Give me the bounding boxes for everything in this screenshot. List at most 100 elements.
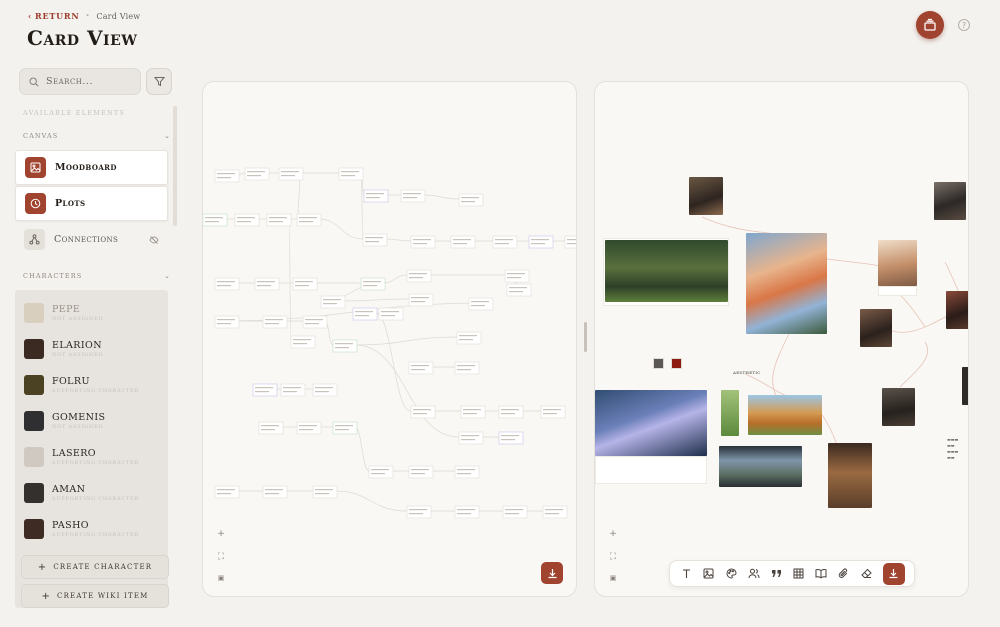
sidebar-scrollbar[interactable]: [173, 106, 177, 226]
plot-node[interactable]: [504, 269, 530, 283]
plot-node[interactable]: [214, 485, 240, 499]
plot-node[interactable]: [498, 431, 524, 445]
fit-view-button[interactable]: ⛶: [610, 552, 616, 562]
moodboard-canvas[interactable]: AESTHETIC ▬▬▬ ▬▬ ▬▬▬ ▬▬ + ⛶ ▣: [594, 81, 969, 597]
moodboard-image-sky-clouds[interactable]: [746, 233, 827, 334]
plot-node[interactable]: [363, 189, 389, 203]
canvas-section-header[interactable]: CANVAS ⌄: [23, 132, 171, 140]
plot-node[interactable]: [258, 421, 284, 435]
moodboard-image-forest-temple[interactable]: [605, 240, 728, 302]
moodboard-download-button[interactable]: [882, 562, 905, 585]
moodboard-image-dark-figure[interactable]: [946, 291, 968, 329]
attachment-tool[interactable]: [833, 563, 856, 585]
layers-button[interactable]: [916, 11, 944, 39]
plot-node[interactable]: [410, 405, 436, 419]
plot-node[interactable]: [458, 193, 484, 207]
filter-button[interactable]: [146, 68, 172, 95]
plot-node[interactable]: [368, 465, 394, 479]
canvas-item-connections[interactable]: Connections: [15, 222, 168, 257]
plot-node[interactable]: [360, 277, 386, 291]
plot-node[interactable]: [296, 213, 322, 227]
create-character-button[interactable]: + CREATE CHARACTER: [21, 555, 169, 579]
plot-node[interactable]: [262, 315, 288, 329]
plot-node[interactable]: [320, 295, 346, 309]
plot-node[interactable]: [266, 213, 292, 227]
plot-node[interactable]: [528, 235, 554, 249]
plot-node[interactable]: [312, 485, 338, 499]
character-item[interactable]: LASERO SUPPORTING CHARACTER: [15, 439, 168, 475]
plot-node[interactable]: [492, 235, 518, 249]
plot-node[interactable]: [296, 421, 322, 435]
plot-node[interactable]: [410, 235, 436, 249]
plot-node[interactable]: [454, 505, 480, 519]
lock-icon[interactable]: ▣: [610, 575, 617, 582]
color-swatch-gray[interactable]: [653, 358, 664, 369]
plot-node[interactable]: [214, 277, 240, 291]
moodboard-tag[interactable]: AESTHETIC: [733, 370, 761, 375]
plot-node[interactable]: [203, 213, 228, 227]
plot-node[interactable]: [254, 277, 280, 291]
plot-node[interactable]: [338, 167, 364, 181]
quote-tool[interactable]: [765, 563, 788, 585]
text-tool[interactable]: [675, 563, 698, 585]
plot-node[interactable]: [450, 235, 476, 249]
plot-node[interactable]: [408, 465, 434, 479]
canvas-item-moodboard[interactable]: Moodboard: [15, 150, 168, 185]
plot-node[interactable]: [244, 167, 270, 181]
plot-node[interactable]: [214, 169, 240, 183]
moodboard-card[interactable]: [595, 456, 707, 484]
plot-node[interactable]: [460, 405, 486, 419]
moodboard-image-flower[interactable]: [595, 390, 707, 456]
characters-tool[interactable]: [743, 563, 766, 585]
plot-node[interactable]: [406, 505, 432, 519]
plot-node[interactable]: [406, 269, 432, 283]
canvas-item-plots[interactable]: Plots: [15, 186, 168, 221]
color-swatch-red[interactable]: [671, 358, 682, 369]
moodboard-image-dark-portrait-edge[interactable]: [962, 367, 968, 405]
moodboard-card[interactable]: [878, 286, 917, 296]
return-link[interactable]: ‹ RETURN: [28, 11, 79, 21]
plot-node[interactable]: [400, 189, 426, 203]
plot-node[interactable]: [214, 315, 240, 329]
character-item[interactable]: PASHO SUPPORTING CHARACTER: [15, 511, 168, 547]
table-tool[interactable]: [788, 563, 811, 585]
moodboard-image-man-portrait[interactable]: [882, 388, 915, 426]
zoom-in-button[interactable]: +: [217, 530, 225, 539]
help-button[interactable]: ?: [958, 19, 970, 31]
plot-node[interactable]: [312, 383, 338, 397]
plot-node[interactable]: [280, 383, 306, 397]
image-tool[interactable]: [698, 563, 721, 585]
plot-node[interactable]: [262, 485, 288, 499]
panel-splitter[interactable]: [584, 322, 587, 352]
plot-graph[interactable]: [203, 82, 577, 597]
plot-node[interactable]: [468, 297, 494, 311]
plot-node[interactable]: [302, 315, 328, 329]
plot-node[interactable]: [456, 331, 482, 345]
plot-node[interactable]: [542, 505, 568, 519]
plot-node[interactable]: [506, 283, 532, 297]
moodboard-image-knight-portrait[interactable]: [934, 182, 966, 220]
plot-node[interactable]: [502, 505, 528, 519]
plot-node[interactable]: [564, 235, 577, 249]
character-item[interactable]: ELARION NOT ASSIGNED: [15, 331, 168, 367]
search-box[interactable]: [19, 68, 141, 95]
plot-node[interactable]: [454, 465, 480, 479]
moodboard-image-warrior-portrait[interactable]: [689, 177, 723, 215]
moodboard-image-woman-portrait[interactable]: [878, 240, 917, 286]
plot-node[interactable]: [498, 405, 524, 419]
eye-off-icon[interactable]: [149, 235, 159, 245]
plot-node[interactable]: [458, 431, 484, 445]
plot-node[interactable]: [378, 307, 404, 321]
book-tool[interactable]: [810, 563, 833, 585]
plot-node[interactable]: [290, 335, 316, 349]
plot-node[interactable]: [332, 421, 358, 435]
download-button[interactable]: [541, 562, 563, 584]
eraser-tool[interactable]: [855, 563, 878, 585]
moodboard-image-bare-back[interactable]: [828, 443, 872, 508]
plot-node[interactable]: [332, 339, 358, 353]
character-item[interactable]: AMAN SUPPORTING CHARACTER: [15, 475, 168, 511]
plot-node[interactable]: [278, 167, 304, 181]
moodboard-note[interactable]: ▬▬▬ ▬▬ ▬▬▬ ▬▬: [947, 437, 968, 461]
create-wiki-button[interactable]: + CREATE WIKI ITEM: [21, 584, 169, 608]
plot-node[interactable]: [540, 405, 566, 419]
